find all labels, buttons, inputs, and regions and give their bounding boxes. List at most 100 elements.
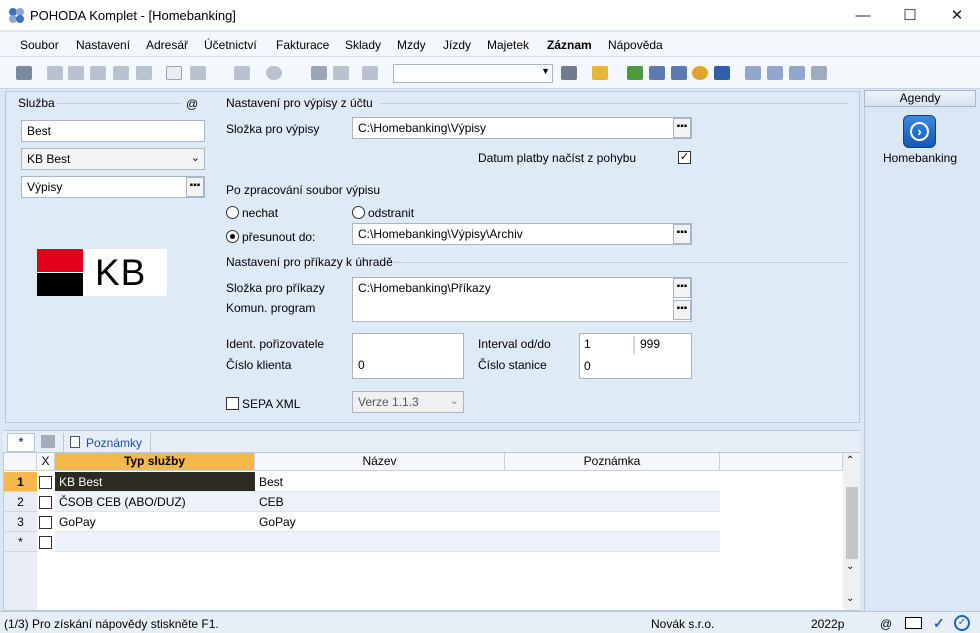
service-type-picker-button[interactable]: ▪▪▪	[186, 177, 204, 197]
cell-nazev[interactable]: GoPay	[255, 512, 505, 532]
cancel-save-icon[interactable]	[333, 66, 349, 80]
row-checkbox[interactable]	[39, 516, 52, 529]
menu-soubor[interactable]: Soubor	[20, 38, 59, 52]
cell-nazev[interactable]: Best	[255, 472, 505, 492]
menu-mzdy[interactable]: Mzdy	[397, 38, 426, 52]
radio-presunout[interactable]	[226, 230, 239, 243]
verified-icon[interactable]: ✓	[954, 615, 970, 631]
row-number[interactable]: 2	[4, 492, 37, 512]
toolbar-combo[interactable]: ▼	[393, 64, 553, 83]
vypisy-folder-browse-button[interactable]: ▪▪▪	[673, 118, 691, 138]
email-at-icon[interactable]: @	[186, 97, 198, 111]
clipboard-icon[interactable]	[362, 66, 378, 80]
message-icon[interactable]	[745, 66, 761, 80]
vypisy-folder-field[interactable]: C:\Homebanking\Výpisy	[352, 117, 692, 139]
column-header-typ[interactable]: Typ služby	[55, 453, 255, 471]
menu-napoveda[interactable]: Nápověda	[608, 38, 663, 52]
back-arrow-icon[interactable]	[234, 66, 250, 80]
close-button[interactable]: ✕	[934, 0, 980, 31]
prikazy-folder-field[interactable]: C:\Homebanking\Příkazy	[352, 277, 692, 322]
coins-icon[interactable]	[692, 66, 708, 80]
filter-icon[interactable]	[41, 435, 55, 448]
mail-icon[interactable]	[905, 617, 922, 629]
prikazy-folder-label: Složka pro příkazy	[226, 281, 325, 295]
interval-station-field[interactable]: 1 999 0	[579, 333, 692, 379]
folder-icon[interactable]	[592, 66, 608, 80]
cell-typ[interactable]: GoPay	[55, 512, 255, 532]
calculator-icon[interactable]	[649, 66, 665, 80]
form-icon[interactable]	[789, 66, 805, 80]
tab-new-record[interactable]: *	[7, 433, 35, 452]
archive-folder-field[interactable]: C:\Homebanking\Výpisy\Archiv	[352, 223, 692, 245]
delete-record-icon[interactable]	[68, 66, 84, 80]
row-number[interactable]: 3	[4, 512, 37, 532]
row-checkbox[interactable]	[39, 496, 52, 509]
note-icon[interactable]	[767, 66, 783, 80]
cell-poznamka[interactable]	[505, 472, 720, 492]
preview-icon[interactable]	[90, 66, 106, 80]
scroll-thumb[interactable]	[846, 487, 858, 559]
cell-poznamka[interactable]	[505, 512, 720, 532]
cell-nazev[interactable]: CEB	[255, 492, 505, 512]
homebanking-icon[interactable]: ›	[903, 115, 936, 148]
menu-zaznam[interactable]: Záznam	[547, 38, 592, 52]
export-icon[interactable]	[136, 66, 152, 80]
radio-nechat[interactable]	[226, 206, 239, 219]
print-icon[interactable]	[113, 66, 129, 80]
cell-poznamka[interactable]	[505, 492, 720, 512]
sepa-version-select[interactable]: Verze 1.1.3 ⌄	[352, 391, 464, 413]
row-checkbox[interactable]	[39, 476, 52, 489]
cell-poznamka[interactable]	[505, 532, 720, 552]
new-document-icon[interactable]	[166, 66, 182, 80]
menu-majetek[interactable]: Majetek	[487, 38, 529, 52]
menu-nastaveni[interactable]: Nastavení	[76, 38, 130, 52]
cell-nazev[interactable]	[255, 532, 505, 552]
wizard-icon[interactable]	[811, 66, 827, 80]
scroll-up-icon[interactable]: ⌃	[846, 455, 854, 466]
filter-icon[interactable]	[561, 66, 577, 80]
gear-icon[interactable]	[266, 66, 282, 80]
scroll-down-icon[interactable]: ⌄	[846, 561, 854, 572]
minimize-button[interactable]: —	[840, 0, 886, 31]
column-header-x[interactable]: X	[37, 453, 55, 471]
new-row-marker[interactable]: *	[4, 532, 37, 552]
column-header-poznamka[interactable]: Poznámka	[505, 453, 720, 471]
menu-fakturace[interactable]: Fakturace	[276, 38, 329, 52]
edit-icon[interactable]	[190, 66, 206, 80]
date-from-movement-checkbox[interactable]: ✓	[678, 151, 691, 164]
copy-record-icon[interactable]	[47, 66, 63, 80]
column-header-nazev[interactable]: Název	[255, 453, 505, 471]
menu-sklady[interactable]: Sklady	[345, 38, 381, 52]
status-email-icon[interactable]: @	[880, 617, 892, 631]
vertical-scrollbar[interactable]: ⌃ ⌄ ⌄	[843, 453, 860, 610]
ident-klient-field[interactable]: 0	[352, 333, 464, 379]
chevron-down-icon: ⌄	[449, 395, 459, 407]
scroll-bottom-icon[interactable]: ⌄	[846, 593, 854, 604]
iban-icon[interactable]	[714, 66, 730, 80]
maximize-button[interactable]: ☐	[887, 0, 933, 31]
tab-poznamky[interactable]: Poznámky	[63, 433, 151, 452]
bank-select[interactable]: KB Best ⌄	[21, 148, 205, 170]
menu-adresar[interactable]: Adresář	[146, 38, 188, 52]
cell-typ[interactable]	[55, 532, 255, 552]
menu-jizdy[interactable]: Jízdy	[443, 38, 471, 52]
cell-typ[interactable]: KB Best	[55, 472, 255, 492]
check-icon[interactable]: ✓	[933, 615, 948, 631]
money-icon[interactable]	[627, 66, 643, 80]
sepa-xml-checkbox[interactable]	[226, 397, 239, 410]
cell-typ[interactable]: ČSOB CEB (ABO/DUZ)	[55, 492, 255, 512]
row-number[interactable]: 1	[4, 472, 37, 492]
table-icon[interactable]	[671, 66, 687, 80]
archive-folder-browse-button[interactable]: ▪▪▪	[673, 224, 691, 244]
save-icon[interactable]	[311, 66, 327, 80]
service-type-field[interactable]: Výpisy	[21, 176, 205, 198]
menu-ucetnictvi[interactable]: Účetnictví	[204, 38, 257, 52]
exit-icon[interactable]	[16, 66, 32, 80]
komun-program-browse-button[interactable]: ▪▪▪	[673, 300, 691, 320]
sluzba-name-field[interactable]: Best	[21, 120, 205, 142]
sepa-version-value: Verze 1.1.3	[358, 395, 419, 409]
prikazy-folder-browse-button[interactable]: ▪▪▪	[673, 278, 691, 298]
radio-odstranit[interactable]	[352, 206, 365, 219]
homebanking-label[interactable]: Homebanking	[864, 151, 976, 165]
row-checkbox[interactable]	[39, 536, 52, 549]
